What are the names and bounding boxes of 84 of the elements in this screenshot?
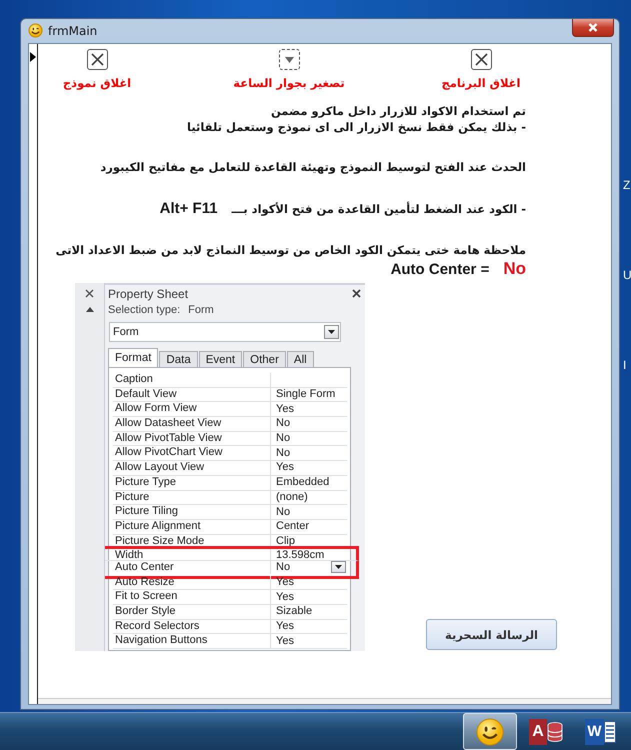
close-button[interactable] [572,19,614,37]
note-text: تم استخدام الاكواد للازرار داخل ماكرو مضمن [270,104,526,118]
setting-value: No [503,259,526,279]
property-name: Border Style [114,605,177,619]
property-name: Picture [114,490,150,504]
desktop-text: U [622,268,631,282]
property-name: Default View [114,388,178,402]
magic-message-button[interactable]: الرسالة السحرية [426,619,557,650]
close-icon [474,53,488,66]
property-name: Navigation Buttons [114,634,208,648]
scroll-up-icon[interactable] [84,306,94,313]
panel-title: Property Sheet [108,286,188,300]
property-value[interactable]: Yes [274,402,294,416]
property-value[interactable]: Yes [274,590,294,604]
setting-text: Auto Center = [390,261,490,278]
down-triangle-icon [284,56,294,62]
close-icon [90,53,104,66]
taskbar-button[interactable] [463,713,517,750]
property-name: Picture Size Mode [114,534,206,548]
property-value[interactable]: Center [274,520,310,534]
property-value[interactable]: No [274,432,290,446]
dropdown-arrow-icon [328,330,335,334]
property-value[interactable]: No [274,446,290,460]
minimize-button[interactable] [278,49,300,70]
dropdown-arrow-icon [335,565,342,570]
property-value[interactable]: Yes [274,576,294,589]
taskbar-button[interactable]: A [519,713,573,750]
smiley-icon [476,718,504,746]
property-value[interactable]: Sizable [274,605,312,618]
button-caption: اغلاق نموذج [62,76,132,90]
property-value[interactable]: No [274,417,290,430]
property-value[interactable]: Clip [274,534,295,548]
smiley-icon [28,23,43,38]
property-value[interactable]: No [274,506,290,519]
record-selector-icon[interactable] [30,52,36,62]
property-name: Record Selectors [114,620,200,634]
close-button[interactable] [470,49,492,70]
note-text: الحدث عند الفتح لتوسيط النموذج وتهيئة القاعدة للتعامل مع مفاتيح الكيبورد [100,160,526,174]
cylinder-icon [547,722,563,742]
property-name: Allow PivotTable View [114,432,223,446]
setting-text: Alt+ F11 [160,200,218,217]
property-name: Picture Type [114,476,177,490]
selection-type-label: Selection type: [108,304,180,316]
property-value[interactable]: Yes [274,620,294,634]
property-tab[interactable]: Event [198,351,242,367]
property-value[interactable]: Embedded [274,476,330,490]
close-icon [588,23,598,32]
note-text: - الكود عند الضغط لتأمين القاعدة من فتح الأكواد بـــ [232,202,526,216]
property-tab[interactable]: All [286,351,314,367]
property-tab[interactable]: Other [243,351,286,367]
close-icon[interactable] [85,289,94,298]
note-text: ملاحظة هامة ختى يتمكن الكود الخاص من توسيط النماذج لابد من ضبط الاعداد الاتى [56,243,526,257]
property-tab[interactable]: Data [159,351,198,367]
taskbar-button[interactable]: W [575,713,629,750]
property-value[interactable]: Yes [274,634,294,648]
selection-type-value: Form [188,304,214,316]
property-name: Fit to Screen [114,590,178,604]
property-name: Allow PivotChart View [114,446,224,460]
property-value[interactable]: 13.598cm [274,549,324,562]
property-tab[interactable]: Format [108,348,158,367]
property-value[interactable]: (none) [274,490,308,504]
button-caption: تصغير بجوار الساعة [233,76,345,90]
note-text: - بذلك يمكن فقط نسخ الازرار الى اى نموذج وستعمل تلقائيا [187,120,526,134]
dropdown-button[interactable] [331,561,346,574]
close-button[interactable] [86,49,108,70]
property-value[interactable]: Yes [274,461,294,474]
close-icon[interactable] [352,289,361,298]
property-value[interactable]: Single Form [274,388,336,402]
object-dropdown[interactable]: Form [109,322,341,342]
property-name: Allow Datasheet View [114,417,222,431]
property-name: Picture Alignment [114,520,202,534]
desktop-text: I [622,358,628,372]
property-name: Width [114,549,144,562]
property-name: Allow Layout View [114,461,206,475]
button-caption: اغلاق البرنامج [442,76,520,90]
property-name: Picture Tiling [114,505,179,519]
property-name: Auto Resize [114,576,176,590]
window-title: frmMain [48,24,98,38]
desktop-text: Z [622,178,631,192]
property-value[interactable]: No [274,560,290,574]
property-name: Caption [114,373,154,387]
page-lines-icon [604,720,616,742]
property-name: Allow Form View [114,402,198,416]
property-name: Auto Center [114,560,175,574]
